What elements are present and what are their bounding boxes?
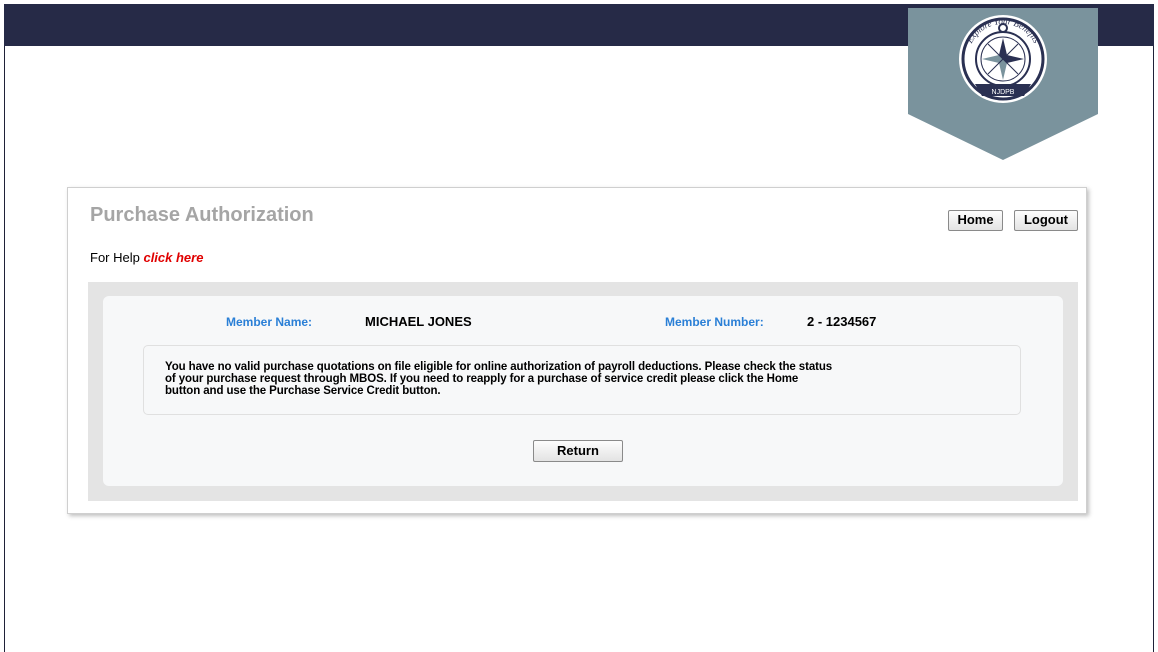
member-number-value: 2 - 1234567 [807,314,877,329]
help-text: For Help [90,250,144,265]
logout-button[interactable]: Logout [1014,210,1078,231]
help-line: For Help click here [90,250,203,265]
member-panel-inner: Member Name: MICHAEL JONES Member Number… [103,296,1063,486]
member-number-label: Member Number: [665,315,764,329]
njdpb-logo-badge: Explore Your Benefits NJDPB [908,8,1098,160]
help-link[interactable]: click here [143,250,203,265]
purchase-authorization-card: Purchase Authorization Home Logout For H… [67,187,1087,514]
status-message: You have no valid purchase quotations on… [165,361,1015,397]
home-button[interactable]: Home [948,210,1003,231]
badge-org-name: NJDPB [992,89,1015,96]
member-panel: Member Name: MICHAEL JONES Member Number… [88,282,1078,501]
page-title: Purchase Authorization [90,204,314,226]
status-message-line-2: of your purchase request through MBOS. I… [165,373,799,385]
return-button[interactable]: Return [533,440,623,462]
compass-icon: Explore Your Benefits NJDPB [959,15,1047,103]
status-message-line-1: You have no valid purchase quotations on… [165,361,833,373]
member-name-label: Member Name: [226,315,313,329]
status-message-line-3: button and use the Purchase Service Cred… [165,385,441,397]
message-box: You have no valid purchase quotations on… [143,345,1021,415]
member-name-value: MICHAEL JONES [365,314,472,329]
